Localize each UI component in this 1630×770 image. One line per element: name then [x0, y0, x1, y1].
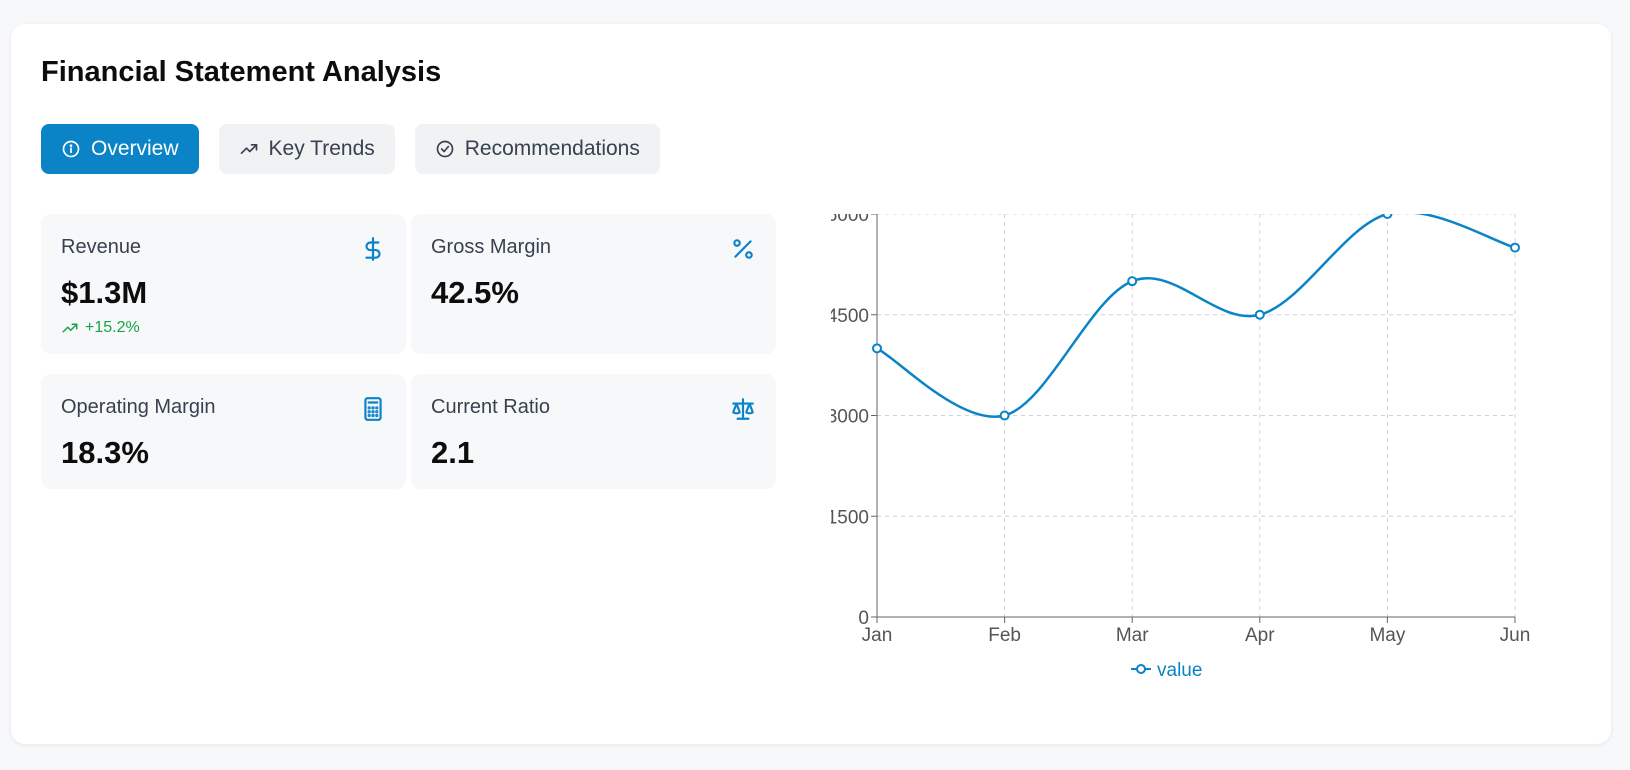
tab-overview[interactable]: Overview — [41, 124, 199, 174]
dollar-icon — [365, 237, 381, 261]
metric-label: Current Ratio — [431, 396, 550, 418]
tab-bar: Overview Key Trends Recommendations — [41, 124, 660, 174]
x-tick-label: May — [1369, 625, 1405, 646]
legend-marker — [1136, 664, 1146, 674]
metric-gross-margin: Gross Margin 42.5% — [411, 214, 776, 354]
trending-up-icon — [240, 144, 257, 154]
data-point — [999, 410, 1010, 421]
info-icon — [62, 140, 80, 158]
metric-value: 2.1 — [431, 435, 475, 470]
data-point — [1382, 209, 1393, 219]
x-tick-label: Apr — [1245, 625, 1275, 646]
metric-change-value: +15.2% — [85, 319, 140, 336]
metric-label: Operating Margin — [61, 396, 216, 418]
y-tick-label: 4500 — [831, 306, 869, 327]
metric-operating-margin: Operating Margin 18.3% — [41, 374, 406, 489]
y-tick-label: 6000 — [831, 214, 869, 226]
tab-recommendations[interactable]: Recommendations — [414, 124, 660, 174]
metric-revenue: Revenue $1.3M +15.2% — [41, 214, 406, 354]
chart-svg: 01500300045006000Jan Feb Mar Apr May Junvalue — [827, 205, 1531, 681]
percent-icon — [733, 239, 753, 259]
tab-label: Key Trends — [268, 137, 375, 160]
trending-up-icon — [62, 323, 78, 333]
tab-key-trends[interactable]: Key Trends — [218, 124, 395, 174]
metric-current-ratio: Current Ratio 2.1 — [411, 374, 776, 489]
y-tick-label: 3000 — [831, 407, 869, 428]
y-tick-label: 1500 — [831, 507, 869, 528]
x-tick-label: Feb — [988, 625, 1021, 646]
x-tick-label: Mar — [1116, 625, 1149, 646]
metric-value: 18.3% — [61, 435, 149, 470]
metric-label: Revenue — [61, 236, 142, 258]
x-tick-label: Jan — [862, 625, 893, 646]
metric-value: 42.5% — [431, 275, 519, 310]
line-chart: 0 1500 3000 4500 6000 Jan Feb Mar Apr May Jun value — [827, 205, 1601, 734]
data-point — [1254, 309, 1265, 320]
metric-value: $1.3M — [61, 275, 148, 310]
data-point — [1127, 276, 1138, 287]
data-point — [1510, 242, 1520, 253]
metrics-grid: Revenue $1.3M +15.2% Gross Margin 42.5% … — [41, 214, 791, 504]
scale-icon — [732, 398, 754, 420]
metric-label: Gross Margin — [431, 236, 552, 258]
page-title: Financial Statement Analysis — [41, 56, 442, 88]
legend-label: value — [1157, 660, 1202, 681]
tab-label: Overview — [91, 137, 179, 160]
data-point — [872, 343, 882, 354]
metric-change: +15.2% — [61, 319, 386, 337]
analysis-card: Financial Statement Analysis Overview Ke… — [11, 24, 1611, 744]
check-circle-icon — [436, 140, 454, 158]
tab-label: Recommendations — [464, 137, 640, 160]
series-line — [876, 210, 1516, 418]
calculator-icon — [364, 397, 382, 421]
x-tick-label: Jun — [1500, 625, 1531, 646]
